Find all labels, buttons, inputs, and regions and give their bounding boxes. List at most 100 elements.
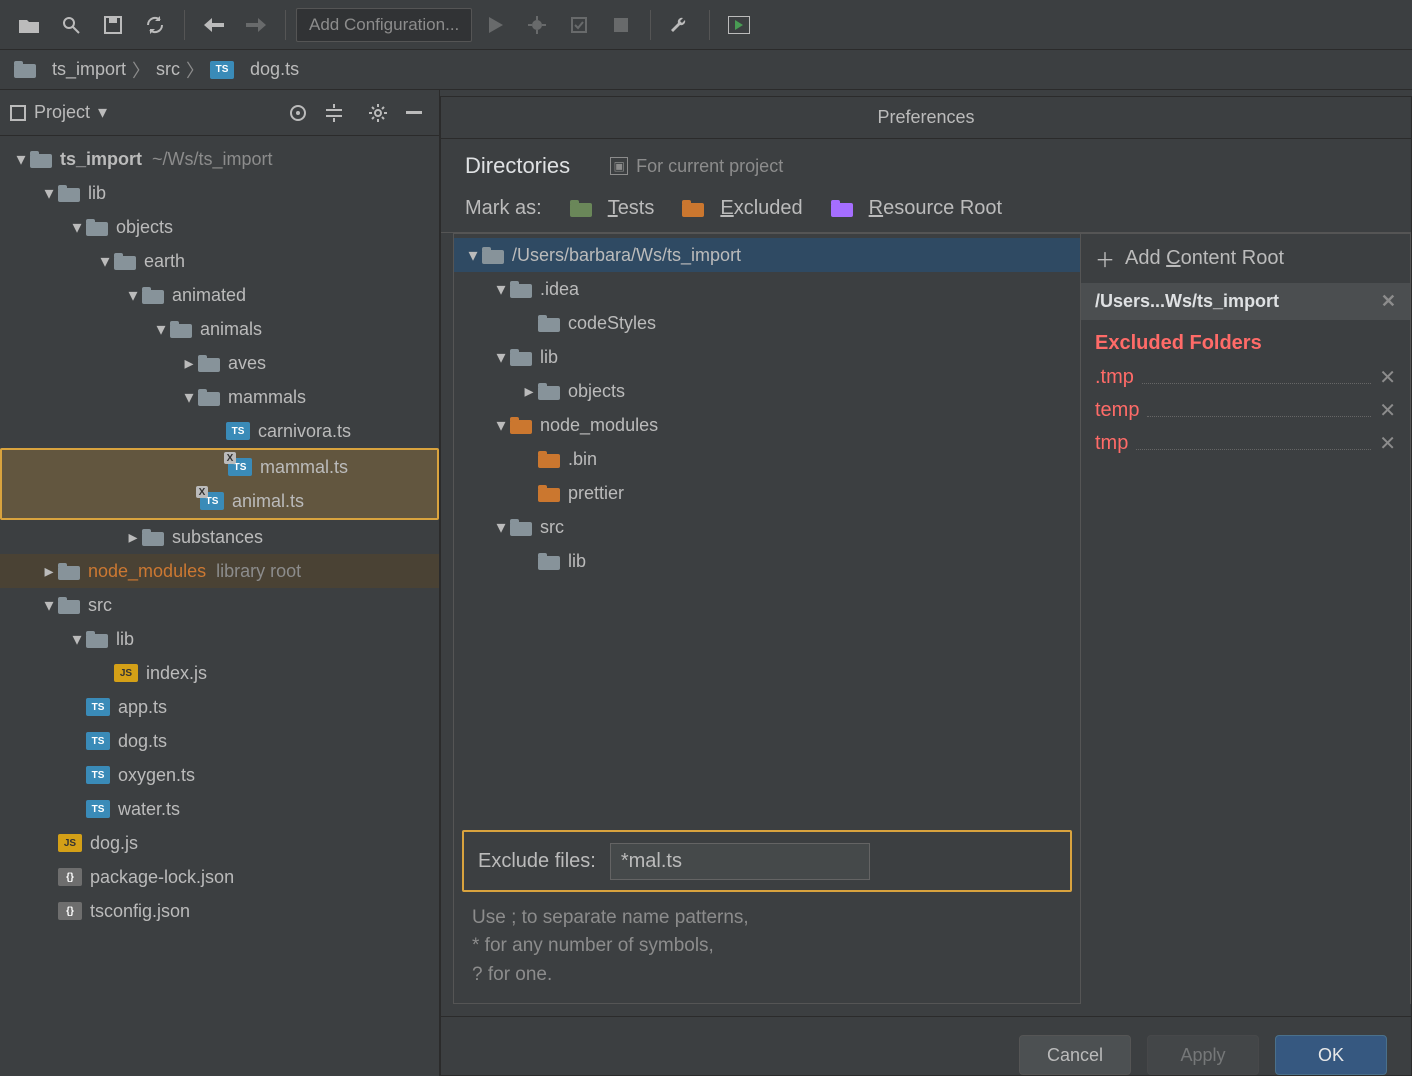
breadcrumb-item[interactable]: ts_import (14, 59, 126, 80)
dir-node[interactable]: ▸objects (454, 374, 1080, 408)
run-icon[interactable] (476, 6, 514, 44)
dir-node[interactable]: ▾.idea (454, 272, 1080, 306)
tree-node[interactable]: ▾lib (0, 622, 439, 656)
chevron-down-icon: ▾ (12, 149, 30, 170)
tree-node-file[interactable]: TSdog.ts (0, 724, 439, 758)
dir-node[interactable]: .bin (454, 442, 1080, 476)
breadcrumb-label: src (156, 59, 180, 80)
dir-node[interactable]: ▾src (454, 510, 1080, 544)
stop-icon[interactable] (602, 6, 640, 44)
tree-label: node_modules (540, 415, 658, 436)
close-icon[interactable]: ✕ (1379, 365, 1396, 390)
tree-node-file[interactable]: XTSmammal.ts (2, 450, 437, 484)
tree-label: lib (568, 551, 586, 572)
excluded-folder-label: tmp (1095, 432, 1128, 455)
directories-tree[interactable]: ▾/Users/barbara/Ws/ts_import ▾.idea code… (454, 234, 1080, 826)
excluded-highlight: XTSmammal.ts XTSanimal.ts (0, 448, 439, 520)
close-icon[interactable]: ✕ (1381, 291, 1396, 312)
minimize-icon[interactable] (399, 98, 429, 128)
folder-icon (30, 151, 52, 168)
tree-label: /Users/barbara/Ws/ts_import (512, 245, 741, 266)
save-icon[interactable] (94, 6, 132, 44)
chevron-right-icon: 〉 (132, 57, 150, 83)
breadcrumb-item[interactable]: TSdog.ts (210, 59, 299, 80)
tree-node-root[interactable]: ▾ts_import~/Ws/ts_import (0, 142, 439, 176)
folder-icon (198, 355, 220, 372)
locate-icon[interactable] (283, 98, 313, 128)
tree-node-file[interactable]: TSapp.ts (0, 690, 439, 724)
dir-node[interactable]: ▾lib (454, 340, 1080, 374)
project-tree[interactable]: ▾ts_import~/Ws/ts_import ▾lib ▾ objects ▾… (0, 136, 439, 1076)
folder-icon (510, 417, 532, 434)
chevron-right-icon: ▸ (520, 381, 538, 402)
apply-button[interactable]: Apply (1147, 1035, 1259, 1075)
debug-icon[interactable] (518, 6, 556, 44)
mark-excluded[interactable]: Excluded (682, 197, 802, 220)
tree-label: mammals (228, 387, 306, 408)
sync-icon[interactable] (136, 6, 174, 44)
tree-node[interactable]: ▸substances (0, 520, 439, 554)
tree-node[interactable]: ▾animals (0, 312, 439, 346)
chevron-down-icon: ▾ (68, 217, 86, 238)
tree-node[interactable]: ▾src (0, 588, 439, 622)
project-panel-header: Project ▾ (0, 90, 439, 136)
open-icon[interactable] (10, 6, 48, 44)
close-icon[interactable]: ✕ (1379, 431, 1396, 456)
hint-line: * for any number of symbols, (472, 932, 1062, 961)
exclude-files-input[interactable] (610, 843, 870, 880)
tree-node[interactable]: ▾ mammals (0, 380, 439, 414)
collapse-icon[interactable] (319, 98, 349, 128)
folder-icon (510, 519, 532, 536)
chevron-down-icon: ▾ (492, 347, 510, 368)
dir-node[interactable]: ▾node_modules (454, 408, 1080, 442)
tree-node-file[interactable]: JSindex.js (0, 656, 439, 690)
mark-resource[interactable]: Resource Root (831, 197, 1002, 220)
breadcrumb-item[interactable]: src (156, 59, 180, 80)
dir-node[interactable]: lib (454, 544, 1080, 578)
tree-node[interactable]: ▸node_moduleslibrary root (0, 554, 439, 588)
dir-node[interactable]: prettier (454, 476, 1080, 510)
chevron-down-icon: ▾ (180, 387, 198, 408)
tree-node-file[interactable]: XTSanimal.ts (2, 484, 437, 518)
forward-icon[interactable] (237, 6, 275, 44)
tree-node[interactable]: ▾animated (0, 278, 439, 312)
tree-node-file[interactable]: TScarnivora.ts (0, 414, 439, 448)
tree-node[interactable]: ▸aves (0, 346, 439, 380)
add-content-root[interactable]: ＋ Add Content Root (1081, 234, 1410, 283)
coverage-icon[interactable] (560, 6, 598, 44)
tree-node[interactable]: ▾earth (0, 244, 439, 278)
tree-node[interactable]: ▾ objects (0, 210, 439, 244)
excluded-folder-item[interactable]: tmp ✕ (1081, 427, 1410, 460)
excluded-folder-item[interactable]: temp✕ (1081, 394, 1410, 427)
back-icon[interactable] (195, 6, 233, 44)
tree-node-file[interactable]: JSdog.js (0, 826, 439, 860)
dir-node-root[interactable]: ▾/Users/barbara/Ws/ts_import (454, 238, 1080, 272)
tab-directories[interactable]: Directories (465, 153, 570, 179)
run-target-icon[interactable] (720, 6, 758, 44)
run-config-select[interactable]: Add Configuration... (296, 8, 472, 42)
search-icon[interactable] (52, 6, 90, 44)
tree-node-file[interactable]: TSoxygen.ts (0, 758, 439, 792)
tree-node[interactable]: ▾lib (0, 176, 439, 210)
tree-node-file[interactable]: TSwater.ts (0, 792, 439, 826)
mark-tests[interactable]: Tests (570, 197, 655, 220)
tree-node-file[interactable]: {}tsconfig.json (0, 894, 439, 928)
folder-icon (86, 219, 108, 236)
excluded-folder-item[interactable]: .tmp✕ (1081, 361, 1410, 394)
gear-icon[interactable] (363, 98, 393, 128)
tree-label: earth (144, 251, 185, 272)
ts-file-icon: TS (210, 61, 234, 79)
folder-icon (142, 287, 164, 304)
content-root-item[interactable]: /Users...Ws/ts_import ✕ (1081, 283, 1410, 320)
tree-node-file[interactable]: {}package-lock.json (0, 860, 439, 894)
mark-as-row: Mark as: Tests Excluded Resource Root (441, 191, 1411, 232)
dir-node[interactable]: codeStyles (454, 306, 1080, 340)
project-panel-title[interactable]: Project ▾ (10, 102, 107, 123)
wrench-icon[interactable] (661, 6, 699, 44)
dialog-buttons: Cancel Apply OK (441, 1016, 1411, 1075)
cancel-button[interactable]: Cancel (1019, 1035, 1131, 1075)
close-icon[interactable]: ✕ (1379, 398, 1396, 423)
tree-label: objects (116, 217, 173, 238)
ok-button[interactable]: OK (1275, 1035, 1387, 1075)
tree-note: library root (216, 561, 301, 582)
